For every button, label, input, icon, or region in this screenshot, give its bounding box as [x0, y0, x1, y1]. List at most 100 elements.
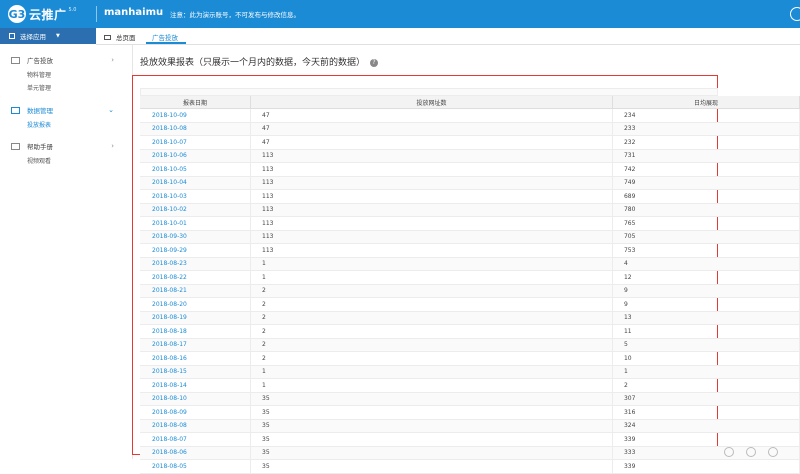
nav-group-data: 数据管理 ⌄ 投放报表	[0, 102, 132, 131]
sidebar-subitem-report[interactable]: 投放报表	[0, 118, 132, 131]
cell-date[interactable]: 2018-10-03	[140, 189, 252, 204]
cell-date[interactable]: 2018-10-02	[140, 203, 252, 217]
cell-sites: 1	[250, 257, 613, 271]
cell-date[interactable]: 2018-08-17	[140, 338, 252, 352]
cell-impressions: 9	[612, 297, 800, 312]
cell-sites: 2	[250, 311, 613, 325]
cell-sites: 113	[250, 216, 613, 231]
column-header-impressions[interactable]: 日均展现	[612, 96, 800, 109]
sidebar-item-help[interactable]: 帮助手册 ›	[0, 138, 132, 154]
cell-date[interactable]: 2018-10-08	[140, 122, 252, 136]
cell-date[interactable]: 2018-08-08	[140, 419, 252, 433]
cell-sites: 1	[250, 270, 613, 285]
cell-date[interactable]: 2018-08-14	[140, 378, 252, 393]
cell-impressions: 13	[612, 311, 800, 325]
cell-impressions: 689	[612, 189, 800, 204]
logo-text: 云推广	[29, 7, 67, 22]
page-dot-icon[interactable]	[724, 447, 734, 457]
app-select-button[interactable]: 选择应用 ▼	[0, 28, 96, 44]
cell-impressions: 4	[612, 257, 800, 271]
cell-date[interactable]: 2018-08-16	[140, 351, 252, 366]
sidebar-subitem-units[interactable]: 单元管理	[0, 81, 132, 94]
cell-sites: 1	[250, 378, 613, 393]
column-header-sites[interactable]: 投放网址数	[250, 96, 613, 109]
username[interactable]: manhaimu	[104, 7, 163, 18]
cell-date[interactable]: 2018-09-29	[140, 243, 252, 258]
table-row: 2018-08-15 1 1	[140, 365, 800, 379]
cell-impressions: 705	[612, 230, 800, 244]
cell-impressions: 324	[612, 419, 800, 433]
cell-date[interactable]: 2018-08-15	[140, 365, 252, 379]
cell-date[interactable]: 2018-08-20	[140, 297, 252, 312]
cell-date[interactable]: 2018-10-07	[140, 135, 252, 150]
cell-date[interactable]: 2018-10-05	[140, 162, 252, 177]
cell-date[interactable]: 2018-08-10	[140, 392, 252, 406]
page-dot-icon[interactable]	[768, 447, 778, 457]
tab-ad[interactable]: 广告投放	[152, 32, 178, 42]
sidebar: 选择应用 ▼ 广告投放 › 物料管理 单元管理 数据管理 ⌄ 投放报表 帮助手册…	[0, 28, 133, 459]
cell-date[interactable]: 2018-10-09	[140, 108, 252, 123]
table-row: 2018-08-14 1 2	[140, 378, 800, 393]
table-row: 2018-10-06 113 731	[140, 149, 800, 163]
cell-date[interactable]: 2018-10-01	[140, 216, 252, 231]
top-bar: G3 云推广 5.0 manhaimu 注意：此为演示账号，不可发布与修改信息。	[0, 0, 800, 28]
help-icon[interactable]: ?	[370, 58, 379, 67]
cell-date[interactable]: 2018-08-19	[140, 311, 252, 325]
tab-home-label: 总页面	[116, 34, 136, 42]
cell-date[interactable]: 2018-08-09	[140, 405, 252, 420]
cell-impressions: 749	[612, 176, 800, 190]
monitor-icon	[104, 34, 111, 40]
cell-impressions: 233	[612, 122, 800, 136]
cell-impressions: 742	[612, 162, 800, 177]
header-divider	[96, 6, 97, 22]
cell-date[interactable]: 2018-08-05	[140, 459, 252, 474]
sidebar-subitem-video[interactable]: 视频观看	[0, 154, 132, 167]
cell-sites: 113	[250, 203, 613, 217]
cell-date[interactable]: 2018-08-22	[140, 270, 252, 285]
table-row: 2018-10-03 113 689	[140, 189, 800, 204]
table-row: 2018-08-17 2 5	[140, 338, 800, 352]
sidebar-item-data[interactable]: 数据管理 ⌄	[0, 102, 132, 118]
chevron-right-icon: ›	[111, 142, 114, 150]
cell-impressions: 234	[612, 108, 800, 123]
report-table-body: 2018-10-09 47 234 2018-10-08 47 233 2018-10-07…	[140, 108, 800, 474]
cell-sites: 35	[250, 446, 613, 460]
table-row: 2018-10-09 47 234	[140, 108, 800, 123]
brand-logo[interactable]: G3 云推广 5.0	[8, 4, 76, 24]
cell-sites: 47	[250, 108, 613, 123]
page-title: 投放效果报表（只展示一个月内的数据，今天前的数据）?	[140, 55, 379, 68]
cell-date[interactable]: 2018-08-18	[140, 324, 252, 339]
chart-icon	[11, 106, 20, 114]
table-row: 2018-08-06 35 333	[140, 446, 800, 460]
table-row: 2018-08-09 35 316	[140, 405, 800, 420]
active-tab-indicator	[146, 42, 186, 44]
cell-date[interactable]: 2018-08-23	[140, 257, 252, 271]
table-row: 2018-08-21 2 9	[140, 284, 800, 298]
page-dot-icon[interactable]	[746, 447, 756, 457]
tab-home[interactable]: 总页面	[104, 32, 136, 42]
cell-sites: 2	[250, 338, 613, 352]
table-row: 2018-08-23 1 4	[140, 257, 800, 271]
cell-impressions: 765	[612, 216, 800, 231]
tab-bar: 总页面 广告投放	[96, 28, 800, 45]
table-row: 2018-08-19 2 13	[140, 311, 800, 325]
cell-date[interactable]: 2018-10-04	[140, 176, 252, 190]
sidebar-item-ad[interactable]: 广告投放 ›	[0, 52, 132, 68]
table-row: 2018-09-30 113 705	[140, 230, 800, 244]
cell-date[interactable]: 2018-09-30	[140, 230, 252, 244]
cell-date[interactable]: 2018-08-07	[140, 432, 252, 447]
cell-impressions: 316	[612, 405, 800, 420]
report-table: 报表日期 投放网址数 日均展现 2018-10-09 47 234 2018-10-0…	[140, 96, 800, 474]
chevron-down-icon: ⌄	[108, 106, 114, 114]
demo-notice: 注意：此为演示账号，不可发布与修改信息。	[170, 11, 300, 19]
cell-impressions: 12	[612, 270, 800, 285]
cell-date[interactable]: 2018-08-06	[140, 446, 252, 460]
sidebar-subitem-materials[interactable]: 物料管理	[0, 68, 132, 81]
user-menu-icon[interactable]	[790, 7, 800, 21]
cell-date[interactable]: 2018-10-06	[140, 149, 252, 163]
column-header-date[interactable]: 报表日期	[140, 96, 252, 109]
page-title-text: 投放效果报表（只展示一个月内的数据，今天前的数据）	[140, 58, 366, 68]
cell-sites: 2	[250, 284, 613, 298]
table-row: 2018-10-02 113 780	[140, 203, 800, 217]
cell-date[interactable]: 2018-08-21	[140, 284, 252, 298]
